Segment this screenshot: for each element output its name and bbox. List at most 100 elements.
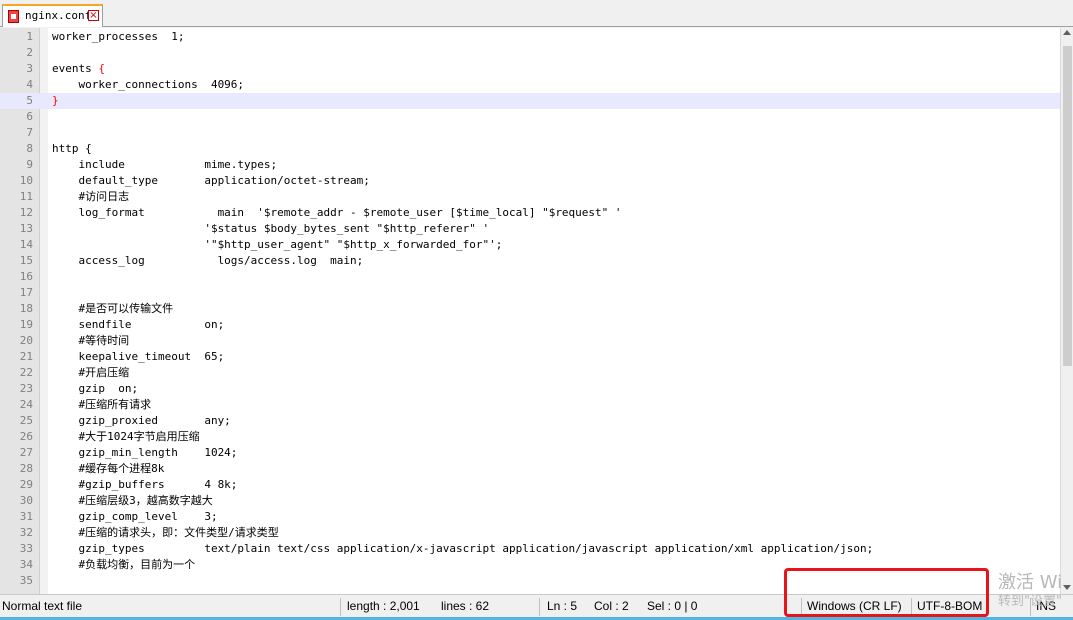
line-number: 1 [26, 30, 33, 43]
code-line[interactable]: 1 worker_processes 1; [0, 29, 1060, 45]
line-number: 30 [19, 494, 33, 507]
code-line[interactable]: 6 [0, 109, 1060, 125]
status-insert-mode[interactable]: INS [1036, 599, 1056, 613]
line-text: #gzip_buffers 4 8k; [52, 478, 238, 491]
line-number: 3 [26, 62, 33, 75]
status-ln: Ln : 5 [547, 599, 578, 613]
status-file-type: Normal text file [2, 599, 83, 613]
code-line[interactable]: 21 keepalive_timeout 65; [0, 349, 1060, 365]
line-text: #访问日志 [52, 190, 130, 203]
code-line[interactable]: 33 gzip_types text/plain text/css applic… [0, 541, 1060, 557]
code-line[interactable]: 29 #gzip_buffers 4 8k; [0, 477, 1060, 493]
text-editor[interactable]: 1 worker_processes 1; 2 3 events {4 worker_c… [0, 28, 1073, 594]
line-text: include mime.types; [52, 158, 278, 171]
line-text: gzip_min_length 1024; [52, 446, 238, 459]
scroll-up-icon[interactable] [1063, 30, 1071, 35]
code-line[interactable]: 4 worker_connections 4096; [0, 77, 1060, 93]
line-text: gzip_comp_level 3; [52, 510, 218, 523]
code-line[interactable]: 25 gzip_proxied any; [0, 413, 1060, 429]
code-line[interactable]: 26 #大于1024字节启用压缩 [0, 429, 1060, 445]
code-line[interactable]: 9 include mime.types; [0, 157, 1060, 173]
code-line[interactable]: 30 #压缩层级3，越高数字越大 [0, 493, 1060, 509]
line-text: log_format main '$remote_addr - $remote_… [52, 206, 622, 219]
line-text: sendfile on; [52, 318, 225, 331]
line-number: 26 [19, 430, 33, 443]
scroll-down-icon[interactable] [1063, 585, 1071, 590]
code-line[interactable]: 23 gzip on; [0, 381, 1060, 397]
line-text: #压缩层级3，越高数字越大 [52, 494, 213, 507]
line-number: 21 [19, 350, 33, 363]
line-text: #大于1024字节启用压缩 [52, 430, 200, 443]
code-line[interactable]: 24 #压缩所有请求 [0, 397, 1060, 413]
brace-match: } [52, 94, 59, 107]
code-line[interactable]: 10 default_type application/octet-stream… [0, 173, 1060, 189]
code-line[interactable]: 14 '"$http_user_agent" "$http_x_forwarde… [0, 237, 1060, 253]
code-line[interactable]: 34 #负载均衡，目前为一个 [0, 557, 1060, 573]
close-icon[interactable]: × [88, 10, 99, 21]
line-text: #等待时间 [52, 334, 130, 347]
code-line[interactable]: 15 access_log logs/access.log main; [0, 253, 1060, 269]
code-line[interactable]: 17 [0, 285, 1060, 301]
status-separator [340, 598, 341, 616]
line-number: 29 [19, 478, 33, 491]
line-text: default_type application/octet-stream; [52, 174, 370, 187]
line-text: http { [52, 142, 92, 155]
line-text: gzip on; [52, 382, 139, 395]
status-lines: lines : 62 [441, 599, 490, 613]
brace-match: { [98, 62, 105, 75]
line-number: 31 [19, 510, 33, 523]
code-line[interactable]: 12 log_format main '$remote_addr - $remo… [0, 205, 1060, 221]
line-text: worker_connections 4096; [52, 78, 245, 91]
code-line[interactable]: 32 #压缩的请求头，即：文件类型/请求类型 [0, 525, 1060, 541]
line-number: 8 [26, 142, 33, 155]
line-number: 5 [26, 94, 33, 107]
status-separator [539, 598, 540, 616]
line-text: #压缩的请求头，即：文件类型/请求类型 [52, 526, 279, 539]
line-text: #是否可以传输文件 [52, 302, 174, 315]
code-line[interactable]: 27 gzip_min_length 1024; [0, 445, 1060, 461]
line-number: 18 [19, 302, 33, 315]
line-number: 6 [26, 110, 33, 123]
code-line[interactable]: 13 '$status $body_bytes_sent "$http_refe… [0, 221, 1060, 237]
status-separator [1030, 598, 1031, 616]
tab-nginx-conf[interactable]: nginx.conf × [2, 4, 103, 27]
line-number: 16 [19, 270, 33, 283]
line-number: 10 [19, 174, 33, 187]
scrollbar-thumb[interactable] [1063, 46, 1072, 366]
status-encoding[interactable]: UTF-8-BOM [917, 599, 982, 613]
code-line[interactable]: 3 events { [0, 61, 1060, 77]
status-sel: Sel : 0 | 0 [647, 599, 698, 613]
code-line[interactable]: 28 #缓存每个进程8k [0, 461, 1060, 477]
line-number: 14 [19, 238, 33, 251]
code-line[interactable]: 8 http { [0, 141, 1060, 157]
status-eol-format[interactable]: Windows (CR LF) [807, 599, 902, 613]
code-line[interactable]: 11 #访问日志 [0, 189, 1060, 205]
line-number: 25 [19, 414, 33, 427]
code-line[interactable]: 18 #是否可以传输文件 [0, 301, 1060, 317]
line-number: 32 [19, 526, 33, 539]
line-number: 35 [19, 574, 33, 587]
vertical-scrollbar[interactable] [1060, 28, 1073, 594]
code-line[interactable]: 22 #开启压缩 [0, 365, 1060, 381]
line-text: keepalive_timeout 65; [52, 350, 225, 363]
status-length: length : 2,001 [347, 599, 420, 613]
line-text: '$status $body_bytes_sent "$http_referer… [52, 222, 490, 235]
line-text: worker_processes 1; [52, 30, 185, 43]
code-line[interactable]: 2 [0, 45, 1060, 61]
code-line[interactable]: 19 sendfile on; [0, 317, 1060, 333]
line-number: 22 [19, 366, 33, 379]
code-line[interactable]: 16 [0, 269, 1060, 285]
code-line[interactable]: 7 [0, 125, 1060, 141]
code-line[interactable]: 20 #等待时间 [0, 333, 1060, 349]
line-number: 15 [19, 254, 33, 267]
code-lines: 1 worker_processes 1; 2 3 events {4 worker_c… [0, 29, 1060, 589]
line-number: 17 [19, 286, 33, 299]
code-line[interactable]: 31 gzip_comp_level 3; [0, 509, 1060, 525]
code-line[interactable]: 35 [0, 573, 1060, 589]
line-number: 20 [19, 334, 33, 347]
line-text: gzip_types text/plain text/css applicati… [52, 542, 874, 555]
line-number: 11 [19, 190, 33, 203]
line-text: #负载均衡，目前为一个 [52, 558, 196, 571]
code-line[interactable]: 5} [0, 93, 1060, 109]
line-number: 24 [19, 398, 33, 411]
